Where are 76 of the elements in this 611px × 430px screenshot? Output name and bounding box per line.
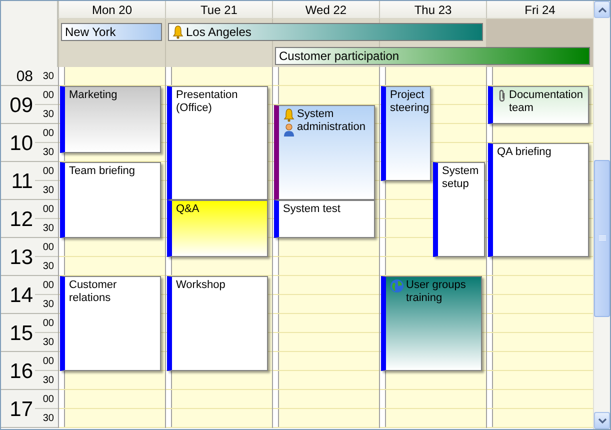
event[interactable]: QA briefing (488, 143, 589, 257)
day-column[interactable]: Documentation team QA briefing (486, 67, 593, 428)
event[interactable]: Team briefing (60, 162, 161, 238)
minute-label: 30 (42, 222, 55, 236)
day-header[interactable]: Thu 23 (379, 1, 486, 19)
event-title: System test (283, 203, 340, 216)
minute-label: 30 (42, 70, 55, 84)
event[interactable]: Presentation (Office) (167, 86, 268, 200)
event-title: User groups training (406, 279, 467, 305)
hour-label: 08 (16, 69, 34, 84)
day-header[interactable]: Tue 21 (165, 1, 272, 19)
day-header[interactable]: Wed 22 (272, 1, 379, 19)
day-column[interactable]: Project steering System setup User groups training (379, 67, 486, 428)
event-title: Team briefing (69, 165, 136, 178)
minute-label: 30 (42, 336, 55, 350)
event[interactable]: User groups training (381, 276, 482, 371)
event-title: Presentation (Office) (176, 89, 239, 115)
hour-label: 13 (10, 246, 34, 268)
minute-label: 30 (42, 298, 55, 312)
scroll-thumb[interactable] (594, 160, 610, 317)
hour-label: 15 (10, 322, 34, 344)
event-title: Workshop (176, 279, 226, 292)
event[interactable]: System setup (433, 162, 485, 257)
hour-label: 16 (10, 360, 34, 382)
chevron-up-icon (598, 6, 606, 12)
all-day-event[interactable]: Los Angeles (168, 23, 483, 41)
event-title: Marketing (69, 89, 118, 102)
paperclip-icon (497, 89, 507, 103)
day-column[interactable]: Presentation (Office) Q&A Workshop (165, 67, 272, 428)
minute-label: 30 (42, 184, 55, 198)
event-title: Customer relations (69, 279, 118, 305)
event[interactable]: Q&A (167, 200, 268, 257)
event[interactable]: System administration (274, 105, 375, 200)
event-title: Customer participation (279, 49, 400, 63)
hour-label: 17 (10, 398, 34, 420)
day-column[interactable]: System administration System test (272, 67, 379, 428)
event[interactable]: Workshop (167, 276, 268, 371)
bell-icon (172, 25, 184, 39)
minute-label: 30 (42, 412, 55, 426)
event-title: Q&A (176, 203, 200, 216)
event-title: System administration (297, 108, 366, 134)
event-title: Project steering (390, 89, 430, 115)
day-header[interactable]: Fri 24 (486, 1, 593, 19)
chevron-down-icon (598, 418, 606, 424)
all-day-area[interactable]: New York Los Angeles Customer participation (1, 19, 593, 67)
scroll-down-button[interactable] (594, 412, 610, 429)
event-title: New York (65, 25, 116, 39)
all-day-event[interactable]: New York (61, 23, 162, 41)
minute-label: 30 (42, 260, 55, 274)
globe-icon (390, 279, 404, 293)
event[interactable]: Customer relations (60, 276, 161, 371)
event[interactable]: Documentation team (488, 86, 589, 124)
hour-label: 11 (11, 170, 34, 192)
scroll-up-button[interactable] (594, 1, 610, 18)
day-header[interactable]: Mon 20 (58, 1, 165, 19)
hour-label: 09 (10, 94, 34, 116)
event[interactable]: System test (274, 200, 375, 238)
event[interactable]: Marketing (60, 86, 161, 152)
hour-label: 14 (10, 284, 34, 306)
scrollbar[interactable] (593, 1, 610, 429)
person-icon (283, 123, 295, 137)
event[interactable]: Project steering (381, 86, 431, 181)
event-title: Los Angeles (186, 25, 252, 39)
header-corner (1, 1, 58, 19)
event-title: QA briefing (497, 146, 552, 159)
bell-icon (283, 108, 295, 122)
day-column[interactable]: Marketing Team briefing Customer relations (58, 67, 165, 428)
hour-label: 10 (10, 132, 34, 154)
all-day-event[interactable]: Customer participation (275, 47, 590, 65)
minute-label: 30 (42, 146, 55, 160)
hour-label: 12 (10, 208, 34, 230)
minute-label: 30 (42, 108, 55, 122)
minute-label: 30 (42, 374, 55, 388)
grip-icon (598, 235, 606, 242)
event-title: Documentation team (509, 89, 584, 115)
event-title: System setup (442, 165, 480, 191)
